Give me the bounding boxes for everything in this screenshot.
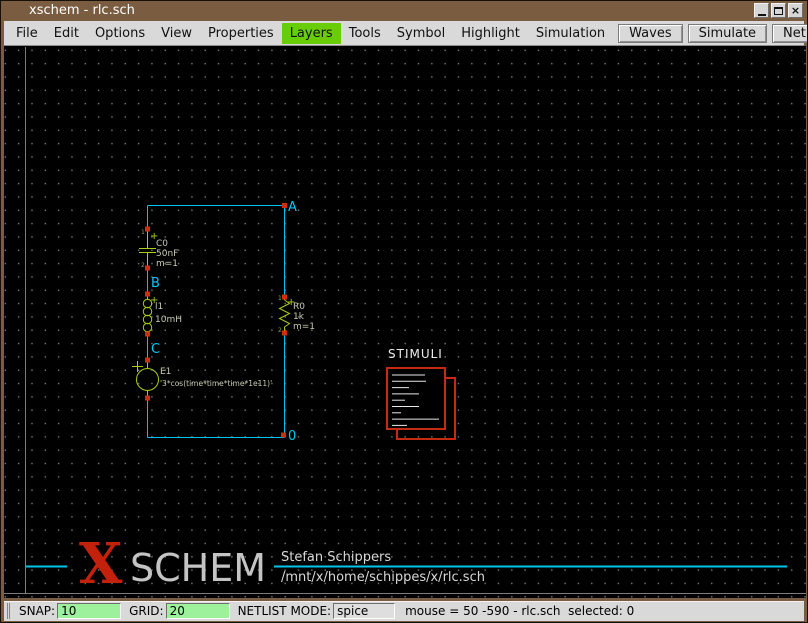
simulate-button[interactable]: Simulate [688,24,767,43]
resistor-mult[interactable]: m=1 [293,322,315,332]
vsource-value[interactable]: '3*cos(time*time*time*1e11)' [160,379,272,388]
close-button[interactable]: × [788,3,803,18]
capacitor-name[interactable]: C0 [156,239,168,249]
node-label-a[interactable]: A [288,200,297,215]
snap-label: SNAP: [19,604,55,618]
author-name: Stefan Schippers [281,550,391,565]
resistor[interactable]: + 1 2 R0 1k m=1 [278,295,315,334]
maximize-button[interactable] [771,3,786,18]
minimize-icon [758,14,766,16]
stimuli-front-sheet [387,368,445,429]
menu-options[interactable]: Options [87,23,153,44]
statusbar-grip [7,603,11,619]
menu-simulation[interactable]: Simulation [528,23,613,44]
stimuli-block[interactable]: STIMULI [387,347,455,439]
menu-symbol[interactable]: Symbol [389,23,453,44]
netlist-mode-input[interactable]: spice [333,603,395,619]
resistor-name[interactable]: R0 [293,302,305,312]
grid-input[interactable]: 20 [166,603,230,619]
vsource-name[interactable]: E1 [160,367,171,377]
netlist-mode-label: NETLIST MODE: [238,604,332,618]
menu-properties[interactable]: Properties [200,23,282,44]
capacitor-mult[interactable]: m=1 [156,259,178,269]
menu-edit[interactable]: Edit [46,23,87,44]
stimuli-label: STIMULI [388,347,443,361]
menu-view[interactable]: View [153,23,200,44]
schematic-drawing: + 1 2 C0 50nF m=1 + l1 10mH [4,46,806,598]
menubar: File Edit Options View Properties Layers… [4,21,804,46]
statusbar: SNAP: 10 GRID: 20 NETLIST MODE: spice mo… [4,601,804,621]
inductor[interactable]: + l1 10mH [143,294,182,334]
node-label-c[interactable]: C [151,342,160,357]
capacitor-pin1: 1 [141,229,145,236]
capacitor[interactable]: + 1 2 C0 50nF m=1 [139,229,178,269]
toolbar-buttons: Waves Simulate Netlist Help [613,24,808,43]
waves-button[interactable]: Waves [618,24,682,43]
capacitor-pin2: 2 [141,262,145,269]
close-icon: × [791,4,800,17]
logo-text: SCHEM [130,546,266,590]
schematic-canvas[interactable]: + 1 2 C0 50nF m=1 + l1 10mH [4,46,806,598]
maximize-icon [774,7,783,15]
titlebar[interactable]: xschem - rlc.sch × [1,1,807,21]
node-label-b[interactable]: B [151,276,160,291]
menu-file[interactable]: File [8,23,46,44]
mouse-status: mouse = 50 -590 - rlc.sch selected: 0 [405,604,634,618]
window-title: xschem - rlc.sch [29,3,135,18]
sheet-frame [4,47,806,594]
minimize-button[interactable] [754,3,769,18]
resistor-value[interactable]: 1k [293,312,305,322]
menus: File Edit Options View Properties Layers… [4,21,613,45]
title-block: X SCHEM Stefan Schippers /mnt/x/home/sch… [26,531,787,597]
logo-x: X [79,531,123,597]
schematic-path: /mnt/x/home/schippes/x/rlc.sch [281,570,485,585]
inductor-value[interactable]: 10mH [155,315,182,325]
netlist-button[interactable]: Netlist [772,24,808,43]
resistor-pin2: 2 [278,327,282,334]
menu-highlight[interactable]: Highlight [453,23,528,44]
grid-label: GRID: [129,604,163,618]
menu-tools[interactable]: Tools [341,23,389,44]
xschem-window: xschem - rlc.sch × File Edit Options Vie… [0,0,808,623]
menu-layers[interactable]: Layers [282,23,341,44]
capacitor-value[interactable]: 50nF [156,249,178,259]
inductor-name[interactable]: l1 [155,302,163,312]
window-controls: × [754,3,803,18]
resistor-pin1: 1 [278,295,282,302]
snap-input[interactable]: 10 [57,603,121,619]
node-label-gnd[interactable]: 0 [288,429,296,444]
voltage-source[interactable]: E1 '3*cos(time*time*time*1e11)' [132,360,272,398]
